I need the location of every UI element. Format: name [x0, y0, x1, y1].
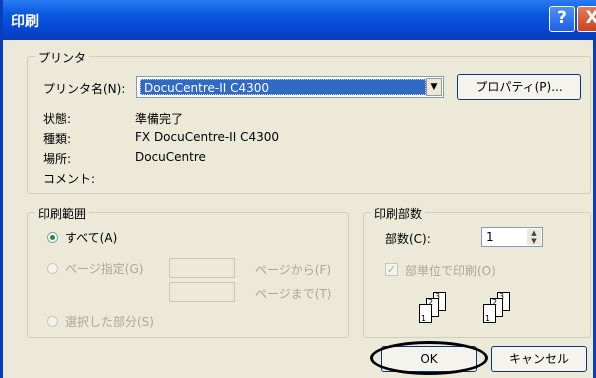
print-range-legend: 印刷範囲 [35, 205, 90, 222]
location-value: DocuCentre [135, 150, 206, 164]
printer-name-select[interactable]: DocuCentre-II C4300 ▼ [136, 76, 444, 98]
selection-radio[interactable] [47, 316, 58, 327]
print-dialog: 印刷 ? X プリンタ プリンタ名(N): DocuCentre-II C430… [0, 0, 596, 378]
printer-group-legend: プリンタ [35, 49, 90, 66]
dropdown-arrow-icon[interactable]: ▼ [426, 78, 442, 96]
type-value: FX DocuCentre-II C4300 [135, 130, 279, 144]
copies-count-value: 1 [486, 230, 494, 244]
spinner-arrows-icon[interactable]: ▲ ▼ [527, 229, 541, 245]
selection-label[interactable]: 選択した部分(S) [65, 313, 154, 330]
printer-name-value: DocuCentre-II C4300 [140, 79, 426, 95]
type-label: 種類: [43, 132, 72, 146]
properties-button[interactable]: プロパティ(P)... [457, 74, 581, 100]
page-range-label[interactable]: ページ指定(G) [65, 260, 143, 277]
page-1-icon: 1 [483, 304, 496, 323]
window-title: 印刷 [11, 14, 39, 30]
comment-label: コメント: [43, 172, 96, 186]
all-pages-label[interactable]: すべて(A) [65, 229, 117, 246]
title-bar[interactable]: 印刷 ? X [3, 0, 596, 40]
to-page-input[interactable] [169, 282, 235, 302]
from-page-label: ページから(F) [255, 263, 332, 277]
page-range-radio[interactable] [47, 263, 58, 274]
copies-count-spinner[interactable]: 1 ▲ ▼ [481, 227, 543, 247]
cancel-button[interactable]: キャンセル [491, 346, 587, 372]
from-page-input[interactable] [169, 258, 235, 278]
location-label: 場所: [43, 152, 72, 166]
page-1-icon: 1 [419, 304, 432, 323]
status-value: 準備完了 [135, 112, 184, 126]
printer-name-label: プリンタ名(N): [43, 82, 126, 96]
highlight-circle [370, 341, 488, 375]
close-button[interactable]: X [577, 6, 596, 32]
to-page-label: ページまで(T) [255, 287, 332, 301]
copies-count-label: 部数(C): [385, 232, 431, 246]
collate-checkbox[interactable]: ✓ [385, 263, 398, 276]
help-button[interactable]: ? [549, 6, 575, 32]
collate-label[interactable]: 部単位で印刷(O) [405, 262, 496, 279]
collate-illustration-icon: 3 2 1 3 2 1 [417, 290, 527, 330]
status-label: 状態: [43, 112, 72, 126]
all-pages-radio[interactable] [47, 232, 58, 243]
copies-legend: 印刷部数 [371, 205, 426, 222]
